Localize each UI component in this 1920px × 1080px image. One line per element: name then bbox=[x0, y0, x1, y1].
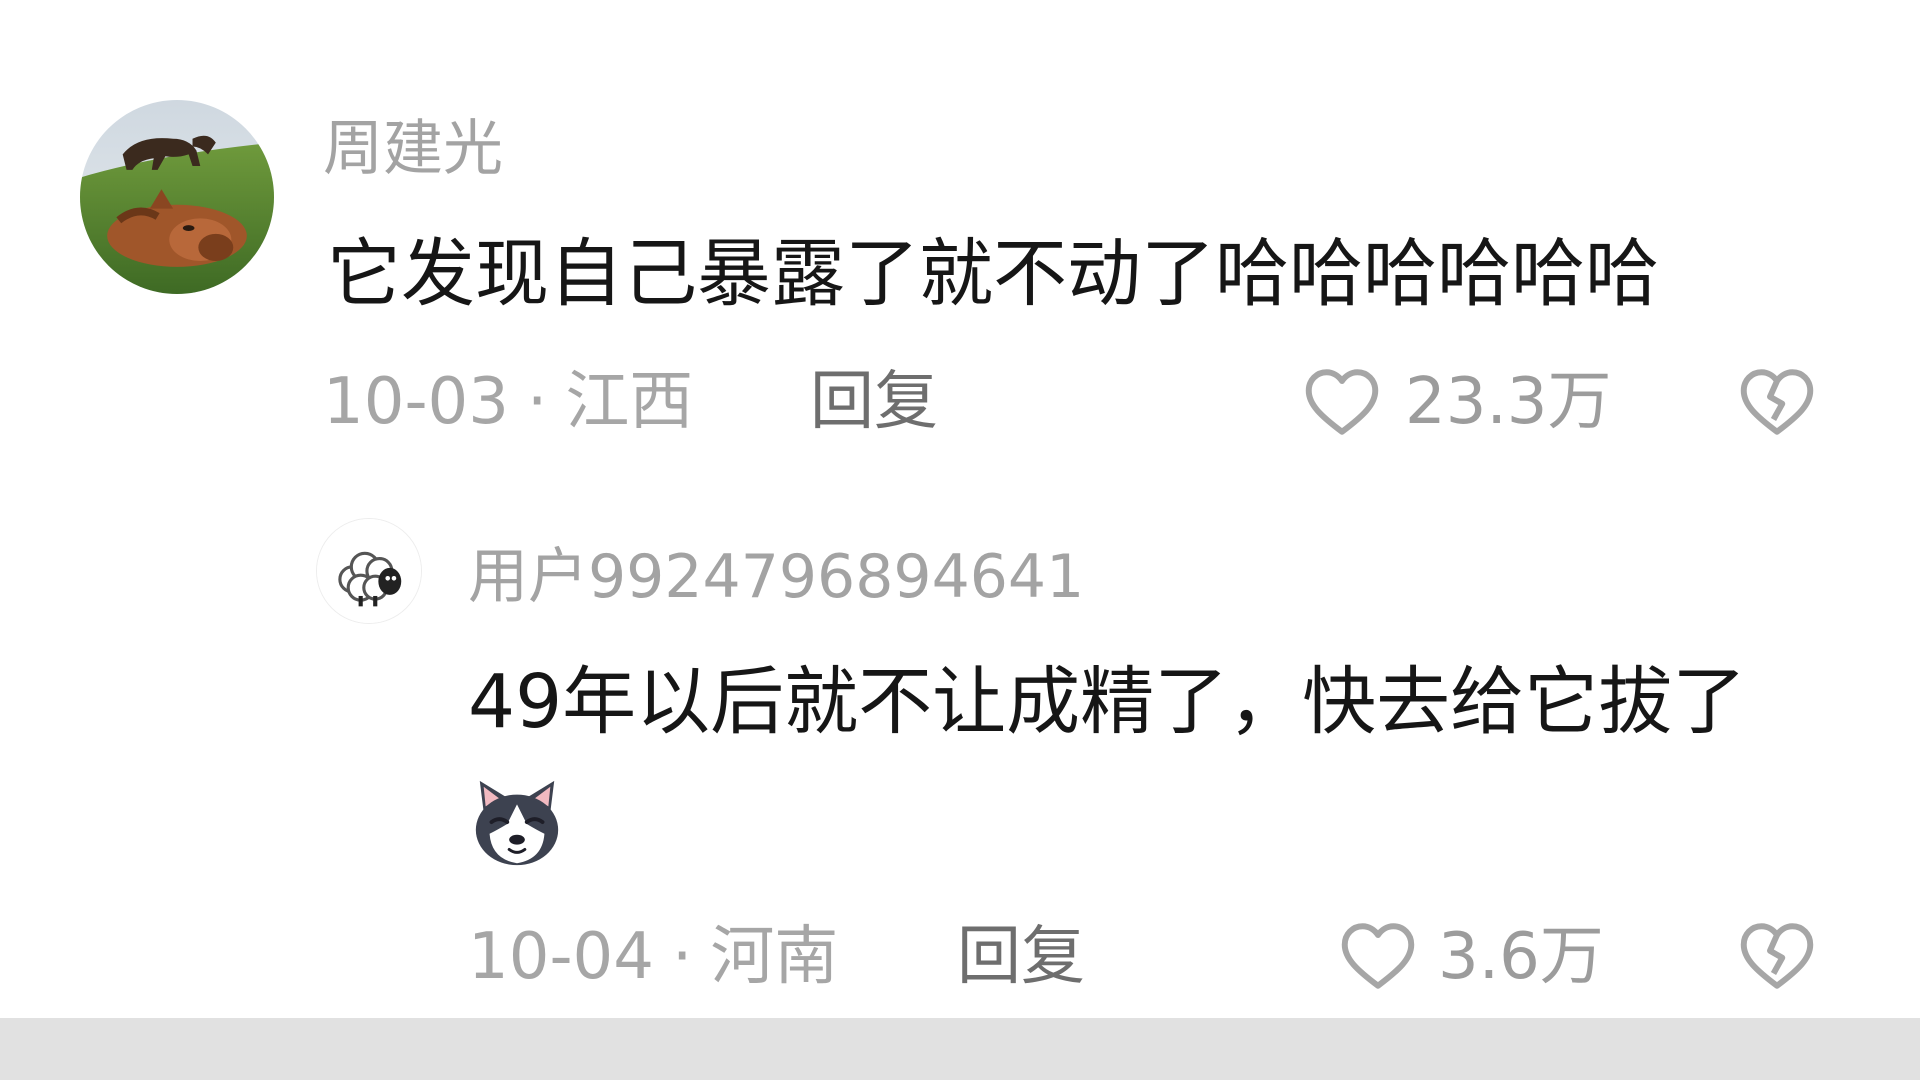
comment-meta: 10-04 · 河南 bbox=[468, 925, 838, 989]
comment-text: 它发现自己暴露了就不动了哈哈哈哈哈哈 bbox=[327, 231, 1659, 317]
husky-dog-emoji bbox=[475, 780, 559, 866]
comment-username[interactable]: 周建光 bbox=[323, 119, 503, 179]
comment-date: 10-03 bbox=[323, 365, 509, 439]
user-avatar[interactable] bbox=[316, 518, 422, 624]
reply-button[interactable]: 回复 bbox=[957, 925, 1085, 989]
broken-heart-icon[interactable] bbox=[1735, 914, 1819, 998]
comment-text: 49年以后就不让成精了，快去给它拔了 bbox=[468, 659, 1747, 745]
heart-icon[interactable] bbox=[1336, 914, 1420, 998]
meta-separator: · bbox=[526, 365, 548, 439]
comment-list: 周建光 它发现自己暴露了就不动了哈哈哈哈哈哈 10-03 · 江西 回复 23.3万 bbox=[0, 0, 1920, 1080]
comment-date: 10-04 bbox=[468, 920, 654, 994]
comment-location: 河南 bbox=[710, 920, 839, 994]
comment-username[interactable]: 用户9924796894641 bbox=[468, 547, 1084, 607]
user-avatar[interactable] bbox=[80, 100, 274, 294]
meta-separator: · bbox=[671, 920, 693, 994]
reply-button[interactable]: 回复 bbox=[810, 370, 938, 434]
like-count: 3.6万 bbox=[1438, 920, 1604, 994]
comment-meta: 10-03 · 江西 bbox=[323, 370, 693, 434]
horse-photo-avatar bbox=[80, 100, 274, 294]
broken-heart-icon[interactable] bbox=[1735, 360, 1819, 444]
heart-icon[interactable] bbox=[1300, 360, 1384, 444]
like-count: 23.3万 bbox=[1405, 365, 1612, 439]
comment-location: 江西 bbox=[565, 365, 694, 439]
bottom-bar bbox=[0, 1018, 1920, 1080]
sheep-avatar bbox=[317, 519, 421, 623]
